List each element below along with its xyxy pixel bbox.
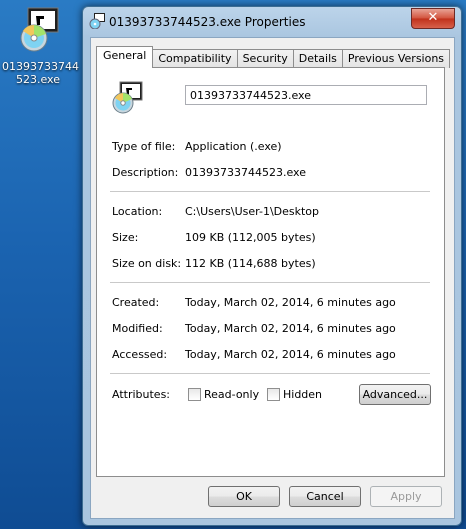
- description-value: 01393733744523.exe: [185, 166, 306, 179]
- type-label: Type of file:: [112, 140, 176, 153]
- tab-previous-versions[interactable]: Previous Versions: [341, 49, 451, 68]
- divider: [110, 191, 430, 192]
- modified-value: Today, March 02, 2014, 6 minutes ago: [185, 322, 396, 335]
- cancel-button[interactable]: Cancel: [289, 486, 361, 507]
- file-name-input[interactable]: 01393733744523.exe: [185, 85, 427, 105]
- close-button[interactable]: ✕: [411, 8, 455, 29]
- readonly-label: Read-only: [204, 388, 260, 401]
- hidden-checkbox[interactable]: [267, 388, 280, 401]
- modified-label: Modified:: [112, 322, 163, 335]
- ok-button[interactable]: OK: [208, 486, 280, 507]
- size-label: Size:: [112, 231, 139, 244]
- created-value: Today, March 02, 2014, 6 minutes ago: [185, 296, 396, 309]
- size-value: 109 KB (112,005 bytes): [185, 231, 316, 244]
- location-label: Location:: [112, 205, 163, 218]
- accessed-label: Accessed:: [112, 348, 168, 361]
- type-value: Application (.exe): [185, 140, 282, 153]
- desktop-icon-label-line2: 523.exe: [15, 73, 60, 86]
- readonly-checkbox[interactable]: [188, 388, 201, 401]
- tab-general[interactable]: General: [96, 46, 154, 68]
- file-type-icon: [110, 81, 144, 115]
- properties-window: 01393733744523.exe Properties ✕ General …: [82, 6, 462, 526]
- window-title: 01393733744523.exe Properties: [109, 15, 306, 29]
- installer-icon: [14, 6, 62, 54]
- tab-security[interactable]: Security: [236, 49, 294, 68]
- title-bar[interactable]: 01393733744523.exe Properties ✕: [83, 7, 461, 35]
- description-label: Description:: [112, 166, 179, 179]
- tab-details[interactable]: Details: [292, 49, 343, 68]
- tab-strip: General Compatibility Security Details P…: [96, 46, 451, 68]
- attributes-label: Attributes:: [112, 388, 171, 401]
- divider: [110, 373, 430, 374]
- accessed-value: Today, March 02, 2014, 6 minutes ago: [185, 348, 396, 361]
- divider: [110, 282, 430, 283]
- size-on-disk-value: 112 KB (114,688 bytes): [185, 257, 316, 270]
- tab-compatibility[interactable]: Compatibility: [152, 49, 238, 68]
- apply-button[interactable]: Apply: [370, 486, 442, 507]
- close-icon: ✕: [427, 10, 439, 25]
- general-tab-page: 01393733744523.exe Type of file: Applica…: [96, 67, 445, 477]
- desktop-icon-label: 01393733744 523.exe: [2, 60, 79, 86]
- advanced-button[interactable]: Advanced...: [359, 384, 431, 405]
- location-value: C:\Users\User-1\Desktop: [185, 205, 320, 218]
- dialog-panel: General Compatibility Security Details P…: [90, 37, 455, 519]
- created-label: Created:: [112, 296, 160, 309]
- hidden-label: Hidden: [283, 388, 323, 401]
- desktop-file-icon[interactable]: 01393733744 523.exe: [2, 6, 79, 86]
- desktop-icon-label-line1: 01393733744: [2, 60, 79, 73]
- app-icon: [89, 13, 105, 30]
- size-on-disk-label: Size on disk:: [112, 257, 182, 270]
